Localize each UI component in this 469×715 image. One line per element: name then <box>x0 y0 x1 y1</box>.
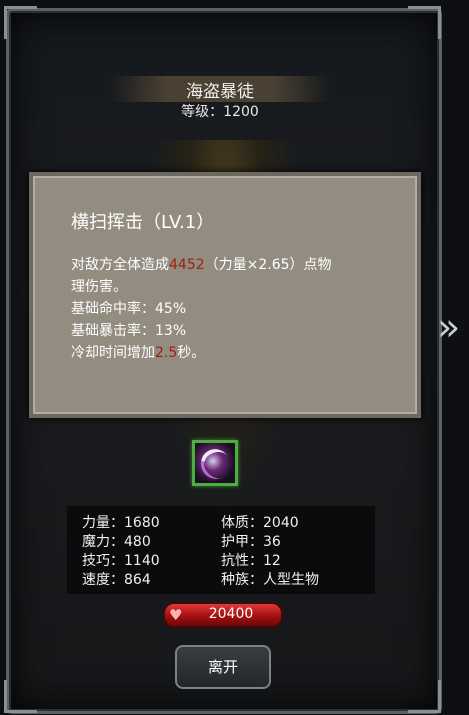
crit-rate: 基础暴击率：13% <box>71 323 187 339</box>
next-arrow-icon[interactable]: » <box>437 305 460 349</box>
heart-icon: ♥ <box>169 606 183 624</box>
purple-slash-skill-icon[interactable] <box>192 440 238 486</box>
stat-resistance: 抗性：12 <box>221 553 281 569</box>
stat-skill: 技巧：1140 <box>82 553 160 569</box>
stat-armor: 护甲：36 <box>221 534 281 550</box>
stat-constitution: 体质：2040 <box>221 515 299 531</box>
hp-value: 20400 <box>208 606 254 622</box>
stats-panel: 力量：1680 体质：2040 魔力：480 护甲：36 技巧：1140 抗性：… <box>67 506 375 594</box>
stat-race: 种族：人型生物 <box>221 572 319 588</box>
frame-corner-ornament <box>408 6 441 39</box>
hp-bar: ♥ 20400 <box>163 602 283 628</box>
monster-level: 等级：1200 <box>181 104 259 120</box>
skill-name: 横扫挥击（LV.1） <box>71 212 215 233</box>
frame-corner-ornament <box>4 680 37 713</box>
stat-strength: 力量：1680 <box>82 515 160 531</box>
monster-name: 海盗暴徒 <box>186 82 254 102</box>
skill-damage-line: 对敌方全体造成4452（力量×2.65）点物 <box>71 257 332 273</box>
skill-tooltip: 横扫挥击（LV.1） 对敌方全体造成4452（力量×2.65）点物 理伤害。 基… <box>29 172 421 418</box>
skill-description: 对敌方全体造成4452（力量×2.65）点物 理伤害。 基础命中率：45% 基础… <box>71 254 381 364</box>
stat-speed: 速度：864 <box>82 572 151 588</box>
cooldown-line: 冷却时间增加2.5秒。 <box>71 345 206 361</box>
cooldown-value: 2.5 <box>155 345 178 361</box>
damage-value: 4452 <box>169 257 205 273</box>
frame-corner-ornament <box>4 6 37 39</box>
frame-corner-ornament <box>408 680 441 713</box>
leave-button[interactable]: 离开 <box>175 645 271 689</box>
hit-rate: 基础命中率：45% <box>71 301 187 317</box>
stat-magic: 魔力：480 <box>82 534 151 550</box>
skill-damage-line-2: 理伤害。 <box>71 279 127 295</box>
